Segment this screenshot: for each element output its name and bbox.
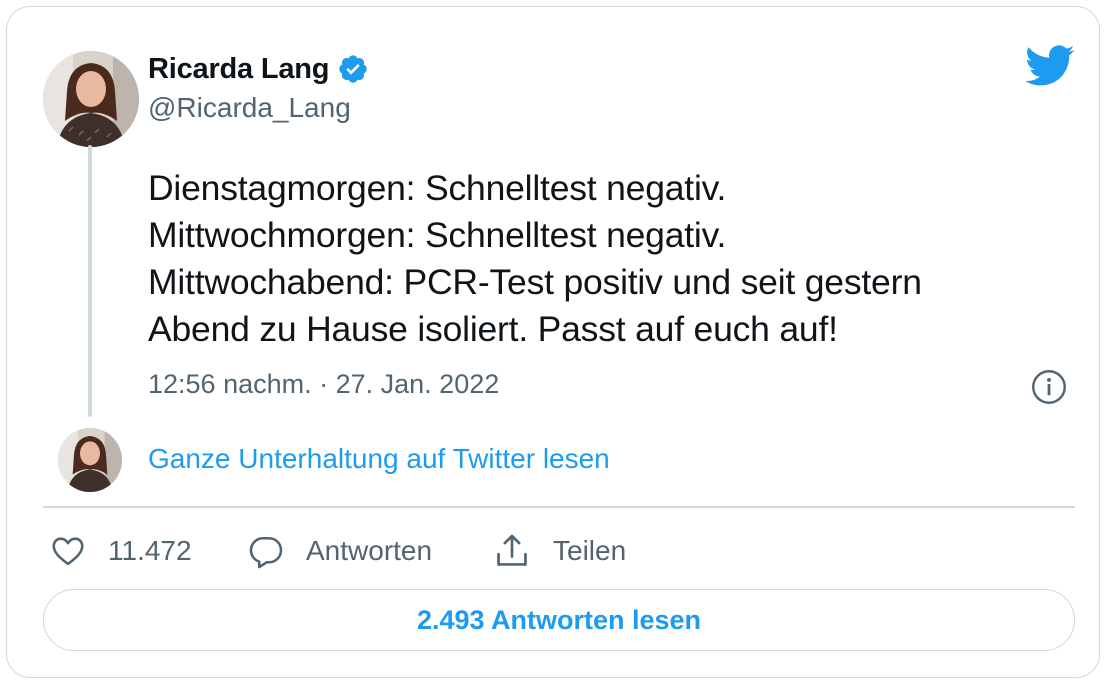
- heart-icon: [52, 537, 84, 566]
- author-name-row[interactable]: Ricarda Lang: [148, 51, 369, 87]
- reply-label: Antworten: [306, 535, 433, 566]
- share-upload-icon: [497, 534, 527, 566]
- read-full-conversation-link[interactable]: Ganze Unterhaltung auf Twitter lesen: [148, 443, 610, 475]
- profile-photo-icon: [58, 428, 122, 492]
- divider: [43, 506, 1075, 508]
- author-handle[interactable]: @Ricarda_Lang: [148, 92, 351, 124]
- info-icon[interactable]: [1031, 369, 1067, 405]
- reply-button[interactable]: Antworten: [248, 531, 432, 571]
- tweet-text-line: Mittwochabend: PCR-Test positiv und seit…: [148, 262, 922, 302]
- profile-photo-icon: [43, 51, 139, 147]
- tweet-text-line: Mittwochmorgen: Schnelltest negativ.: [148, 215, 727, 255]
- twitter-bird-icon[interactable]: [1025, 45, 1075, 87]
- share-button[interactable]: Teilen: [493, 531, 626, 571]
- share-label: Teilen: [553, 535, 627, 566]
- conversation-avatar[interactable]: [58, 428, 122, 492]
- read-replies-button[interactable]: 2.493 Antworten lesen: [43, 589, 1075, 651]
- reply-bubble-icon: [249, 536, 283, 569]
- verified-badge-icon: [337, 53, 369, 85]
- tweet-text: Dienstagmorgen: Schnelltest negativ. Mit…: [148, 165, 1048, 353]
- tweet-timestamp[interactable]: 12:56 nachm. · 27. Jan. 2022: [148, 369, 499, 400]
- thread-line: [88, 145, 92, 417]
- author-display-name[interactable]: Ricarda Lang: [148, 53, 330, 86]
- like-button[interactable]: 11.472: [50, 531, 192, 571]
- tweet-text-line: Dienstagmorgen: Schnelltest negativ.: [148, 168, 727, 208]
- tweet-text-line: Abend zu Hause isoliert. Passt auf euch …: [148, 309, 838, 349]
- like-count: 11.472: [108, 535, 192, 566]
- tweet-card: Ricarda Lang @Ricarda_Lang Dienstagmorge…: [6, 6, 1100, 678]
- author-avatar[interactable]: [43, 51, 139, 147]
